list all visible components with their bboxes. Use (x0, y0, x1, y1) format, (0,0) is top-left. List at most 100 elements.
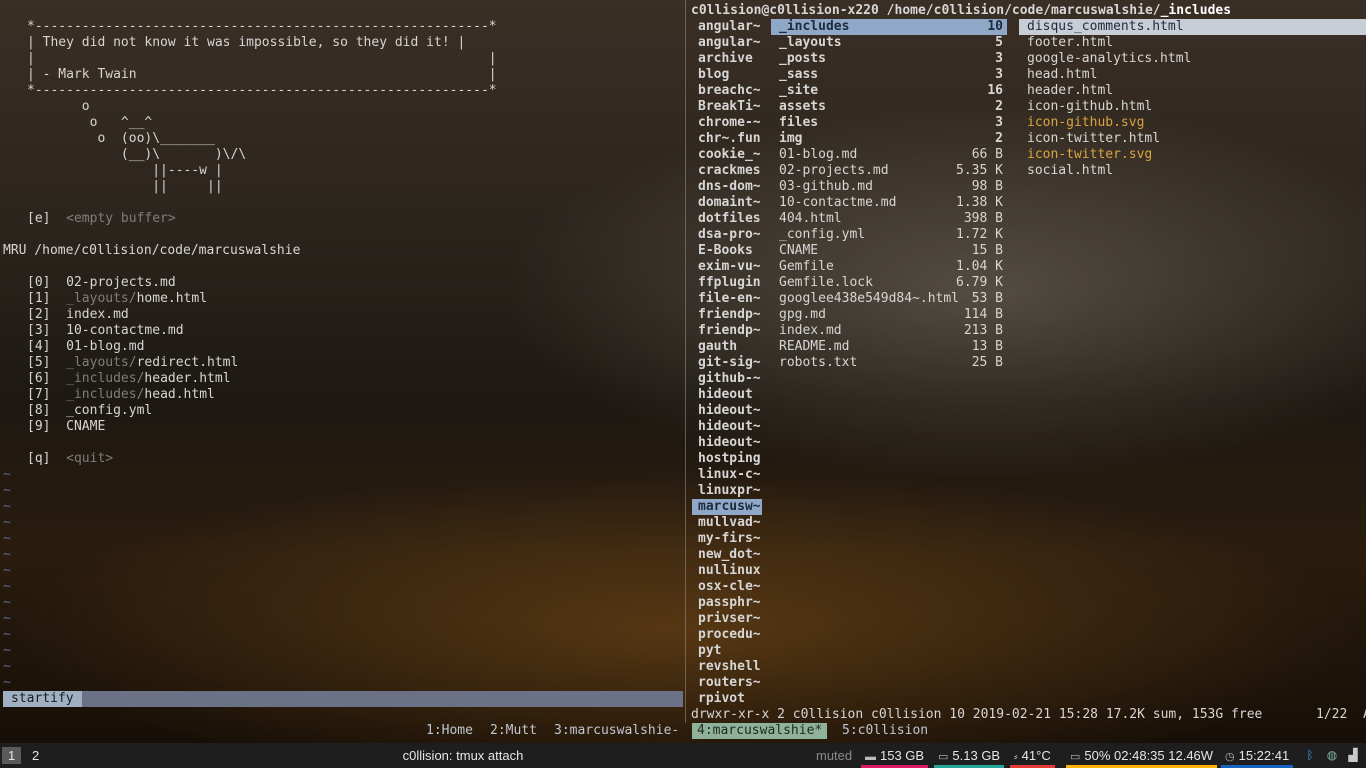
directory-item[interactable]: img 2 (771, 131, 1007, 147)
directory-item[interactable]: _includes 10 (771, 19, 1007, 35)
preview-file-item[interactable]: footer.html (1019, 35, 1366, 51)
preview-file-item[interactable]: icon-github.svg (1019, 115, 1366, 131)
mru-item[interactable]: [9] CNAME (27, 419, 238, 435)
mru-item[interactable]: [8] _config.yml (27, 403, 238, 419)
volume-status[interactable]: muted (812, 746, 856, 765)
preview-file-item[interactable]: icon-twitter.html (1019, 131, 1366, 147)
parent-dir-item[interactable]: exim-vu~ (692, 259, 762, 275)
pane-divider[interactable] (685, 0, 686, 723)
preview-file-item[interactable]: disqus_comments.html (1019, 19, 1366, 35)
parent-dir-item[interactable]: file-en~ (692, 291, 762, 307)
parent-dir-item[interactable]: new_dot~ (692, 547, 762, 563)
file-item[interactable]: _config.yml 1.72 K (771, 227, 1007, 243)
file-item[interactable]: 03-github.md 98 B (771, 179, 1007, 195)
clock-widget[interactable]: ◷ 15:22:41 (1221, 746, 1294, 768)
parent-dir-item[interactable]: chrome-~ (692, 115, 762, 131)
parent-dir-item[interactable]: blog (692, 67, 762, 83)
file-item[interactable]: 02-projects.md 5.35 K (771, 163, 1007, 179)
parent-dir-item[interactable]: linux-c~ (692, 467, 762, 483)
parent-dir-item[interactable]: hideout~ (692, 403, 762, 419)
directory-item[interactable]: _site 16 (771, 83, 1007, 99)
mru-item[interactable]: [0] 02-projects.md (27, 275, 238, 291)
parent-dir-item[interactable]: privser~ (692, 611, 762, 627)
parent-dir-item[interactable]: dns-dom~ (692, 179, 762, 195)
mru-item[interactable]: [7] _includes/head.html (27, 387, 238, 403)
directory-item[interactable]: _layouts 5 (771, 35, 1007, 51)
file-item[interactable]: Gemfile.lock 6.79 K (771, 275, 1007, 291)
file-item[interactable]: googlee438e549d84~.html 53 B (771, 291, 1007, 307)
empty-buffer-entry[interactable]: [e] <empty buffer> (27, 211, 176, 227)
parent-dir-item[interactable]: my-firs~ (692, 531, 762, 547)
mru-item[interactable]: [5] _layouts/redirect.html (27, 355, 238, 371)
mru-item[interactable]: [3] 10-contactme.md (27, 323, 238, 339)
parent-dir-item[interactable]: osx-cle~ (692, 579, 762, 595)
parent-dir-item[interactable]: breachc~ (692, 83, 762, 99)
preview-file-item[interactable]: header.html (1019, 83, 1366, 99)
parent-dir-item[interactable]: domaint~ (692, 195, 762, 211)
parent-dir-item[interactable]: revshell (692, 659, 762, 675)
mru-item[interactable]: [4] 01-blog.md (27, 339, 238, 355)
directory-item[interactable]: _posts 3 (771, 51, 1007, 67)
parent-dir-item[interactable]: friendp~ (692, 323, 762, 339)
tmux-window-tab[interactable]: 4:marcuswalshie* (692, 723, 828, 739)
tmux-window-tab[interactable]: 3:marcuswalshie- (554, 723, 679, 739)
directory-item[interactable]: files 3 (771, 115, 1007, 131)
preview-file-item[interactable]: google-analytics.html (1019, 51, 1366, 67)
vim-startify-pane[interactable]: *---------------------------------------… (0, 0, 684, 723)
parent-dir-item[interactable]: github-~ (692, 371, 762, 387)
mru-item[interactable]: [6] _includes/header.html (27, 371, 238, 387)
parent-dir-item[interactable]: crackmes (692, 163, 762, 179)
preview-file-item[interactable]: head.html (1019, 67, 1366, 83)
file-item[interactable]: robots.txt 25 B (771, 355, 1007, 371)
parent-dir-item[interactable]: git-sig~ (692, 355, 762, 371)
file-item[interactable]: Gemfile 1.04 K (771, 259, 1007, 275)
file-item[interactable]: README.md 13 B (771, 339, 1007, 355)
parent-dir-item[interactable]: angular~ (692, 19, 762, 35)
preview-file-item[interactable]: icon-github.html (1019, 99, 1366, 115)
parent-dir-item[interactable]: nullinux (692, 563, 762, 579)
preview-file-item[interactable]: icon-twitter.svg (1019, 147, 1366, 163)
file-item[interactable]: 404.html 398 B (771, 211, 1007, 227)
parent-dir-item[interactable]: dotfiles (692, 211, 762, 227)
parent-dir-item[interactable]: hostping (692, 451, 762, 467)
parent-dir-item[interactable]: rpivot (692, 691, 762, 707)
parent-dir-item[interactable]: archive (692, 51, 762, 67)
parent-dir-item[interactable]: procedu~ (692, 627, 762, 643)
parent-dir-item[interactable]: angular~ (692, 35, 762, 51)
file-item[interactable]: 01-blog.md 66 B (771, 147, 1007, 163)
directory-item[interactable]: _sass 3 (771, 67, 1007, 83)
parent-dir-item[interactable]: gauth (692, 339, 762, 355)
parent-dir-item[interactable]: BreakTi~ (692, 99, 762, 115)
ranger-pane[interactable]: c0llision@c0llision-x220 /home/c0llision… (687, 0, 1366, 723)
file-item[interactable]: 10-contactme.md 1.38 K (771, 195, 1007, 211)
parent-dir-item[interactable]: hideout~ (692, 435, 762, 451)
parent-dir-item[interactable]: pyt (692, 643, 762, 659)
mru-item[interactable]: [1] _layouts/home.html (27, 291, 238, 307)
parent-dir-item[interactable]: routers~ (692, 675, 762, 691)
bluetooth-icon[interactable]: ᛒ (1302, 747, 1318, 763)
preview-file-item[interactable]: social.html (1019, 163, 1366, 179)
file-item[interactable]: index.md 213 B (771, 323, 1007, 339)
quit-entry[interactable]: [q] <quit> (27, 451, 113, 467)
parent-dir-item[interactable]: dsa-pro~ (692, 227, 762, 243)
tmux-window-tab[interactable]: 1:Home (426, 723, 473, 739)
mru-item[interactable]: [2] index.md (27, 307, 238, 323)
file-item[interactable]: gpg.md 114 B (771, 307, 1007, 323)
parent-dir-item[interactable]: E-Books (692, 243, 762, 259)
parent-dir-item[interactable]: chr~.fun (692, 131, 762, 147)
tmux-window-tab[interactable]: 5:c0llision (842, 723, 928, 739)
directory-item[interactable]: assets 2 (771, 99, 1007, 115)
parent-dir-item[interactable]: mullvad~ (692, 515, 762, 531)
parent-dir-item[interactable]: hideout (692, 387, 762, 403)
wifi-signal-icon[interactable]: ▟ (1345, 747, 1361, 763)
parent-dir-item[interactable]: marcusw~ (692, 499, 762, 515)
parent-dir-item[interactable]: cookie_~ (692, 147, 762, 163)
parent-dir-item[interactable]: hideout~ (692, 419, 762, 435)
parent-dir-item[interactable]: friendp~ (692, 307, 762, 323)
file-item[interactable]: CNAME 15 B (771, 243, 1007, 259)
parent-dir-item[interactable]: linuxpr~ (692, 483, 762, 499)
tmux-window-tab[interactable]: 2:Mutt (490, 723, 537, 739)
network-globe-icon[interactable]: ◍ (1324, 747, 1340, 763)
parent-dir-item[interactable]: passphr~ (692, 595, 762, 611)
parent-dir-item[interactable]: ffplugin (692, 275, 762, 291)
